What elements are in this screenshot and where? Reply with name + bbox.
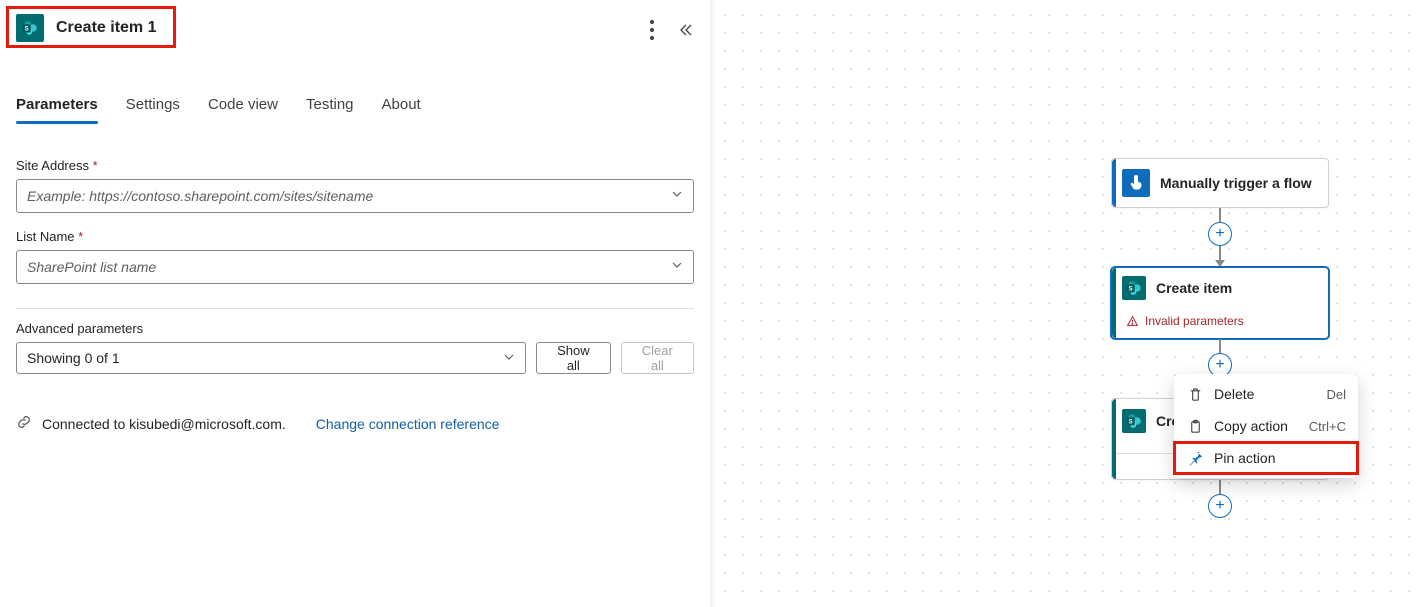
menu-delete-label: Delete bbox=[1214, 386, 1254, 402]
node-create-item[interactable]: S Create item Invalid parameters bbox=[1111, 267, 1329, 339]
divider bbox=[16, 308, 694, 309]
connector bbox=[1219, 480, 1221, 494]
menu-pin-label: Pin action bbox=[1214, 450, 1275, 466]
link-icon bbox=[16, 414, 32, 433]
tab-code-view[interactable]: Code view bbox=[208, 90, 278, 121]
menu-item-copy[interactable]: Copy action Ctrl+C bbox=[1174, 410, 1358, 442]
change-connection-link[interactable]: Change connection reference bbox=[316, 416, 500, 432]
menu-copy-shortcut: Ctrl+C bbox=[1309, 419, 1346, 434]
tab-testing[interactable]: Testing bbox=[306, 90, 354, 121]
menu-item-pin[interactable]: Pin action bbox=[1174, 442, 1358, 474]
svg-text:S: S bbox=[1129, 420, 1133, 426]
connection-row: Connected to kisubedi@microsoft.com. Cha… bbox=[16, 414, 694, 433]
list-name-combo[interactable] bbox=[16, 250, 694, 284]
site-address-combo[interactable] bbox=[16, 179, 694, 213]
site-address-label: Site Address * bbox=[16, 158, 694, 173]
tab-parameters[interactable]: Parameters bbox=[16, 90, 98, 121]
parameters-form: Site Address * List Name * Advanced para… bbox=[16, 158, 694, 433]
field-list-name: List Name * bbox=[16, 229, 694, 284]
menu-delete-shortcut: Del bbox=[1326, 387, 1346, 402]
advanced-select[interactable]: Showing 0 of 1 bbox=[16, 342, 526, 374]
list-name-label: List Name * bbox=[16, 229, 694, 244]
node-trigger[interactable]: Manually trigger a flow bbox=[1111, 158, 1329, 208]
panel-tabs: Parameters Settings Code view Testing Ab… bbox=[16, 90, 694, 122]
connector bbox=[1219, 208, 1221, 222]
panel-shadow bbox=[710, 0, 716, 607]
site-address-input[interactable] bbox=[27, 188, 671, 204]
add-step-button[interactable]: + bbox=[1208, 494, 1232, 518]
invalid-parameters-warning: Invalid parameters bbox=[1122, 310, 1318, 332]
menu-copy-label: Copy action bbox=[1214, 418, 1288, 434]
flow-canvas[interactable]: Manually trigger a flow + S Create item … bbox=[710, 0, 1423, 607]
connector bbox=[1219, 246, 1221, 260]
add-step-button[interactable]: + bbox=[1208, 222, 1232, 246]
field-site-address: Site Address * bbox=[16, 158, 694, 213]
advanced-row: Showing 0 of 1 Show all Clear all bbox=[16, 342, 694, 374]
menu-item-delete[interactable]: Delete Del bbox=[1174, 378, 1358, 410]
node-create-item-title: Create item bbox=[1156, 279, 1232, 297]
trash-icon bbox=[1186, 387, 1204, 402]
sharepoint-icon: S bbox=[16, 14, 44, 42]
sharepoint-icon: S bbox=[1122, 276, 1146, 300]
show-all-button[interactable]: Show all bbox=[536, 342, 611, 374]
svg-text:S: S bbox=[1129, 287, 1133, 293]
context-menu: Delete Del Copy action Ctrl+C Pin action bbox=[1174, 374, 1358, 478]
clipboard-icon bbox=[1186, 419, 1204, 434]
connector bbox=[1219, 339, 1221, 353]
chevron-down-icon bbox=[503, 350, 515, 366]
connected-to-text: Connected to kisubedi@microsoft.com. bbox=[42, 416, 286, 432]
clear-all-button: Clear all bbox=[621, 342, 694, 374]
advanced-select-text: Showing 0 of 1 bbox=[27, 350, 120, 366]
node-trigger-title: Manually trigger a flow bbox=[1160, 174, 1312, 192]
chevron-down-icon[interactable] bbox=[671, 187, 683, 205]
tab-about[interactable]: About bbox=[382, 90, 421, 121]
chevron-down-icon[interactable] bbox=[671, 258, 683, 276]
collapse-panel-button[interactable] bbox=[678, 22, 694, 38]
panel-header: S Create item 1 bbox=[16, 14, 694, 42]
advanced-parameters-label: Advanced parameters bbox=[16, 321, 694, 336]
tab-settings[interactable]: Settings bbox=[126, 90, 180, 121]
list-name-input[interactable] bbox=[27, 259, 671, 275]
touch-icon bbox=[1122, 169, 1150, 197]
more-options-button[interactable] bbox=[650, 20, 654, 40]
properties-panel: S Create item 1 Parameters Settings Code… bbox=[0, 0, 710, 607]
arrow-down-icon bbox=[1215, 260, 1225, 267]
svg-text:S: S bbox=[25, 27, 29, 33]
pin-icon bbox=[1186, 451, 1204, 466]
sharepoint-icon: S bbox=[1122, 409, 1146, 433]
panel-title: Create item 1 bbox=[56, 19, 157, 37]
